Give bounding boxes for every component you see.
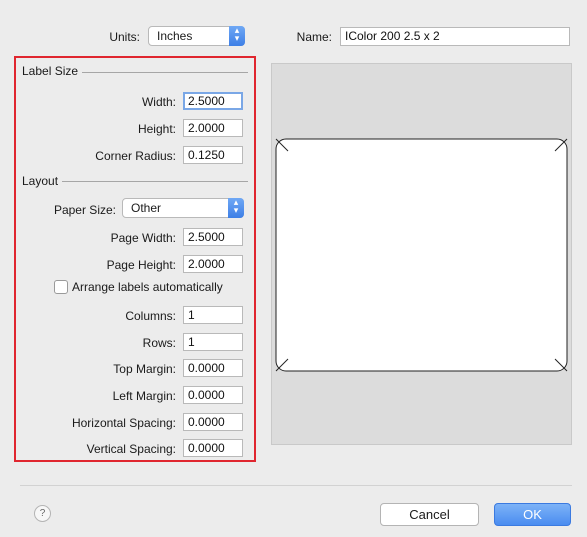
top-margin-label: Top Margin: [113, 362, 176, 376]
help-icon: ? [39, 508, 46, 519]
page-width-field[interactable]: 2.5000 [183, 228, 243, 246]
label-size-title: Label Size [22, 64, 83, 78]
footer-divider [20, 485, 572, 486]
page-width-label: Page Width: [110, 231, 176, 245]
width-label: Width: [141, 95, 176, 109]
paper-size-value: Other [131, 201, 162, 215]
height-field[interactable]: 2.0000 [183, 119, 243, 137]
arrange-auto-checkbox[interactable] [54, 280, 68, 294]
columns-label: Columns: [125, 309, 176, 323]
ok-button[interactable]: OK [494, 503, 571, 526]
corner-radius-label: Corner Radius: [95, 149, 176, 163]
name-label: Name: [296, 30, 332, 44]
top-margin-field[interactable]: 0.0000 [183, 359, 243, 377]
label-preview-panel [271, 63, 572, 445]
units-label: Units: [109, 30, 140, 44]
popup-arrows-icon: ▴ ▾ [229, 26, 245, 46]
label-preview [275, 138, 568, 372]
horizontal-spacing-field[interactable]: 0.0000 [183, 413, 243, 431]
page-height-field[interactable]: 2.0000 [183, 255, 243, 273]
paper-size-label: Paper Size: [53, 203, 116, 217]
units-popup[interactable]: Inches ▴ ▾ [148, 26, 245, 46]
layout-title: Layout [22, 174, 63, 188]
vertical-spacing-field[interactable]: 0.0000 [183, 439, 243, 457]
horizontal-spacing-label: Horizontal Spacing: [71, 416, 176, 430]
left-margin-label: Left Margin: [112, 389, 176, 403]
height-label: Height: [137, 122, 176, 136]
arrange-auto-label[interactable]: Arrange labels automatically [72, 280, 223, 294]
rows-field[interactable]: 1 [183, 333, 243, 351]
page-height-label: Page Height: [106, 258, 176, 272]
units-value: Inches [157, 29, 193, 43]
columns-field[interactable]: 1 [183, 306, 243, 324]
popup-arrows-icon: ▴ ▾ [228, 198, 244, 218]
width-field[interactable]: 2.5000 [183, 92, 243, 110]
vertical-spacing-label: Vertical Spacing: [86, 442, 176, 456]
name-field[interactable]: IColor 200 2.5 x 2 [340, 27, 570, 46]
corner-radius-field[interactable]: 0.1250 [183, 146, 243, 164]
left-margin-field[interactable]: 0.0000 [183, 386, 243, 404]
help-button[interactable]: ? [34, 505, 51, 522]
rows-label: Rows: [142, 336, 176, 350]
cancel-button[interactable]: Cancel [380, 503, 479, 526]
paper-size-popup[interactable]: Other ▴ ▾ [122, 198, 244, 218]
